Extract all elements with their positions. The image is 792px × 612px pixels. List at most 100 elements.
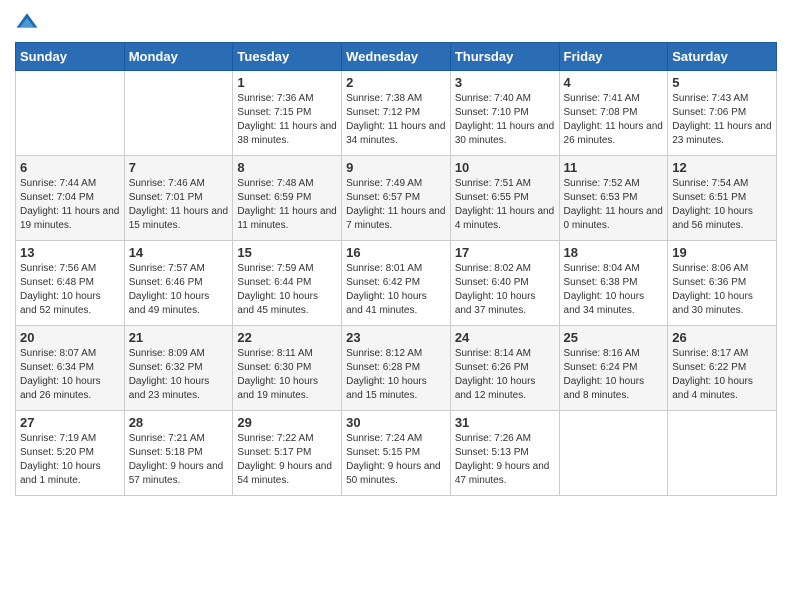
day-info: Sunrise: 7:22 AM Sunset: 5:17 PM Dayligh… (237, 432, 337, 488)
calendar-cell: 15 Sunrise: 7:59 AM Sunset: 6:44 PM Dayli… (233, 241, 342, 326)
header-day-sunday: Sunday (16, 43, 125, 71)
calendar-cell: 24 Sunrise: 8:14 AM Sunset: 6:26 PM Dayli… (450, 326, 559, 411)
day-info: Sunrise: 7:52 AM Sunset: 6:53 PM Dayligh… (564, 177, 664, 233)
calendar-body: 1Sunrise: 7:36 AM Sunset: 7:15 PM Daylig… (16, 71, 777, 496)
day-number: 2 (346, 75, 446, 90)
day-info: Sunrise: 8:06 AM Sunset: 6:36 PM Dayligh… (672, 262, 772, 318)
calendar-cell: 31Sunrise: 7:26 AM Sunset: 5:13 PM Dayli… (450, 411, 559, 496)
day-info: Sunrise: 7:44 AM Sunset: 7:04 PM Dayligh… (20, 177, 120, 233)
calendar-cell: 28 Sunrise: 7:21 AM Sunset: 5:18 PM Dayli… (124, 411, 233, 496)
day-info: Sunrise: 8:11 AM Sunset: 6:30 PM Dayligh… (237, 347, 337, 403)
header-day-saturday: Saturday (668, 43, 777, 71)
day-info: Sunrise: 7:24 AM Sunset: 5:15 PM Dayligh… (346, 432, 446, 488)
calendar-cell: 20Sunrise: 8:07 AM Sunset: 6:34 PM Dayli… (16, 326, 125, 411)
calendar-cell (559, 411, 668, 496)
calendar-cell (16, 71, 125, 156)
day-info: Sunrise: 7:26 AM Sunset: 5:13 PM Dayligh… (455, 432, 555, 488)
day-number: 13 (20, 245, 120, 260)
day-number: 16 (346, 245, 446, 260)
day-number: 9 (346, 160, 446, 175)
day-info: Sunrise: 8:07 AM Sunset: 6:34 PM Dayligh… (20, 347, 120, 403)
calendar-week-1: 1Sunrise: 7:36 AM Sunset: 7:15 PM Daylig… (16, 71, 777, 156)
day-number: 14 (129, 245, 229, 260)
calendar-week-2: 6 Sunrise: 7:44 AM Sunset: 7:04 PM Daylig… (16, 156, 777, 241)
day-info: Sunrise: 8:17 AM Sunset: 6:22 PM Dayligh… (672, 347, 772, 403)
day-number: 23 (346, 330, 446, 345)
day-number: 1 (237, 75, 337, 90)
day-info: Sunrise: 7:21 AM Sunset: 5:18 PM Dayligh… (129, 432, 229, 488)
day-info: Sunrise: 7:43 AM Sunset: 7:06 PM Dayligh… (672, 92, 772, 148)
calendar-cell: 26Sunrise: 8:17 AM Sunset: 6:22 PM Dayli… (668, 326, 777, 411)
day-number: 6 (20, 160, 120, 175)
calendar-cell: 22 Sunrise: 8:11 AM Sunset: 6:30 PM Dayli… (233, 326, 342, 411)
calendar-cell: 12 Sunrise: 7:54 AM Sunset: 6:51 PM Dayli… (668, 156, 777, 241)
day-info: Sunrise: 7:51 AM Sunset: 6:55 PM Dayligh… (455, 177, 555, 233)
day-number: 11 (564, 160, 664, 175)
day-number: 28 (129, 415, 229, 430)
day-number: 3 (455, 75, 555, 90)
header-day-friday: Friday (559, 43, 668, 71)
day-info: Sunrise: 7:46 AM Sunset: 7:01 PM Dayligh… (129, 177, 229, 233)
calendar-cell: 18 Sunrise: 8:04 AM Sunset: 6:38 PM Dayli… (559, 241, 668, 326)
calendar-cell: 2 Sunrise: 7:38 AM Sunset: 7:12 PM Daylig… (342, 71, 451, 156)
calendar-cell: 30 Sunrise: 7:24 AM Sunset: 5:15 PM Dayli… (342, 411, 451, 496)
day-info: Sunrise: 8:02 AM Sunset: 6:40 PM Dayligh… (455, 262, 555, 318)
calendar-cell: 17 Sunrise: 8:02 AM Sunset: 6:40 PM Dayli… (450, 241, 559, 326)
calendar-week-4: 20Sunrise: 8:07 AM Sunset: 6:34 PM Dayli… (16, 326, 777, 411)
day-info: Sunrise: 7:19 AM Sunset: 5:20 PM Dayligh… (20, 432, 120, 488)
day-number: 8 (237, 160, 337, 175)
calendar-cell: 11 Sunrise: 7:52 AM Sunset: 6:53 PM Dayli… (559, 156, 668, 241)
day-info: Sunrise: 8:04 AM Sunset: 6:38 PM Dayligh… (564, 262, 664, 318)
day-info: Sunrise: 7:41 AM Sunset: 7:08 PM Dayligh… (564, 92, 664, 148)
day-number: 21 (129, 330, 229, 345)
calendar-cell: 14 Sunrise: 7:57 AM Sunset: 6:46 PM Dayli… (124, 241, 233, 326)
day-number: 25 (564, 330, 664, 345)
day-info: Sunrise: 7:48 AM Sunset: 6:59 PM Dayligh… (237, 177, 337, 233)
logo-icon (15, 10, 39, 34)
calendar-cell: 21 Sunrise: 8:09 AM Sunset: 6:32 PM Dayli… (124, 326, 233, 411)
calendar-cell (668, 411, 777, 496)
calendar-week-5: 27Sunrise: 7:19 AM Sunset: 5:20 PM Dayli… (16, 411, 777, 496)
calendar-cell: 19 Sunrise: 8:06 AM Sunset: 6:36 PM Dayli… (668, 241, 777, 326)
day-info: Sunrise: 7:40 AM Sunset: 7:10 PM Dayligh… (455, 92, 555, 148)
day-number: 4 (564, 75, 664, 90)
calendar-cell: 27Sunrise: 7:19 AM Sunset: 5:20 PM Dayli… (16, 411, 125, 496)
day-number: 5 (672, 75, 772, 90)
day-number: 19 (672, 245, 772, 260)
page-header (15, 10, 777, 34)
day-info: Sunrise: 8:09 AM Sunset: 6:32 PM Dayligh… (129, 347, 229, 403)
day-number: 22 (237, 330, 337, 345)
day-info: Sunrise: 8:14 AM Sunset: 6:26 PM Dayligh… (455, 347, 555, 403)
calendar-cell: 1Sunrise: 7:36 AM Sunset: 7:15 PM Daylig… (233, 71, 342, 156)
calendar-week-3: 13Sunrise: 7:56 AM Sunset: 6:48 PM Dayli… (16, 241, 777, 326)
header-day-monday: Monday (124, 43, 233, 71)
day-number: 29 (237, 415, 337, 430)
day-info: Sunrise: 7:38 AM Sunset: 7:12 PM Dayligh… (346, 92, 446, 148)
calendar-cell: 9 Sunrise: 7:49 AM Sunset: 6:57 PM Daylig… (342, 156, 451, 241)
calendar-cell: 29 Sunrise: 7:22 AM Sunset: 5:17 PM Dayli… (233, 411, 342, 496)
day-info: Sunrise: 8:16 AM Sunset: 6:24 PM Dayligh… (564, 347, 664, 403)
calendar-cell: 10 Sunrise: 7:51 AM Sunset: 6:55 PM Dayli… (450, 156, 559, 241)
day-info: Sunrise: 7:54 AM Sunset: 6:51 PM Dayligh… (672, 177, 772, 233)
calendar-cell: 4 Sunrise: 7:41 AM Sunset: 7:08 PM Daylig… (559, 71, 668, 156)
day-number: 24 (455, 330, 555, 345)
header-day-thursday: Thursday (450, 43, 559, 71)
day-number: 7 (129, 160, 229, 175)
day-info: Sunrise: 8:12 AM Sunset: 6:28 PM Dayligh… (346, 347, 446, 403)
day-info: Sunrise: 8:01 AM Sunset: 6:42 PM Dayligh… (346, 262, 446, 318)
day-number: 10 (455, 160, 555, 175)
logo (15, 10, 43, 34)
header-day-tuesday: Tuesday (233, 43, 342, 71)
day-number: 17 (455, 245, 555, 260)
day-info: Sunrise: 7:49 AM Sunset: 6:57 PM Dayligh… (346, 177, 446, 233)
day-info: Sunrise: 7:59 AM Sunset: 6:44 PM Dayligh… (237, 262, 337, 318)
calendar-cell: 16 Sunrise: 8:01 AM Sunset: 6:42 PM Dayli… (342, 241, 451, 326)
day-number: 12 (672, 160, 772, 175)
day-number: 15 (237, 245, 337, 260)
calendar-cell: 6 Sunrise: 7:44 AM Sunset: 7:04 PM Daylig… (16, 156, 125, 241)
day-number: 30 (346, 415, 446, 430)
day-number: 18 (564, 245, 664, 260)
day-info: Sunrise: 7:57 AM Sunset: 6:46 PM Dayligh… (129, 262, 229, 318)
calendar-cell: 8 Sunrise: 7:48 AM Sunset: 6:59 PM Daylig… (233, 156, 342, 241)
header-row: SundayMondayTuesdayWednesdayThursdayFrid… (16, 43, 777, 71)
